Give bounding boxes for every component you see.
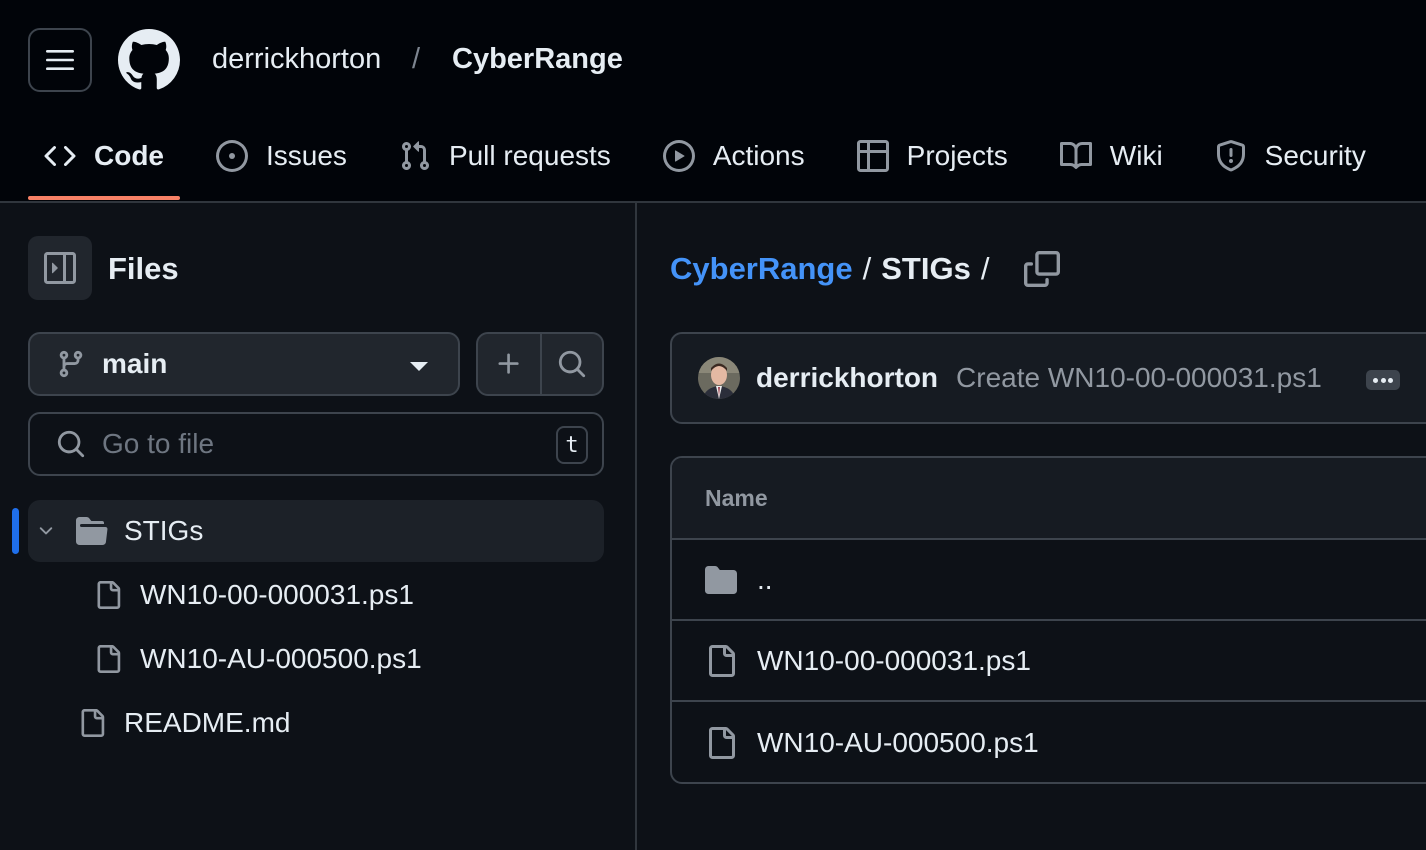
sidebar-collapse-icon xyxy=(44,252,76,284)
file-name-link[interactable]: WN10-AU-000500.ps1 xyxy=(757,727,1039,759)
go-to-file-input[interactable] xyxy=(102,428,522,460)
copy-path-icon[interactable] xyxy=(1024,251,1060,287)
tab-security[interactable]: Security xyxy=(1199,126,1382,186)
table-row[interactable]: WN10-AU-000500.ps1 xyxy=(672,702,1426,782)
commit-author-link[interactable]: derrickhorton xyxy=(756,362,938,394)
file-icon xyxy=(97,581,121,609)
path-root-link[interactable]: CyberRange xyxy=(670,251,853,287)
tree-item-file[interactable]: WN10-AU-000500.ps1 xyxy=(94,628,422,690)
breadcrumb-separator: / xyxy=(412,43,421,75)
file-table: Name .. WN10-00-000031.ps1 WN10-AU-00050… xyxy=(670,456,1426,784)
folder-icon xyxy=(705,565,737,594)
tab-wiki[interactable]: Wiki xyxy=(1044,126,1179,186)
tree-item-file[interactable]: README.md xyxy=(78,692,290,754)
issue-opened-icon xyxy=(216,140,248,172)
table-row-parent-directory[interactable]: .. xyxy=(672,540,1426,621)
shield-icon xyxy=(1216,140,1245,172)
path-separator: / xyxy=(980,251,990,286)
file-icon xyxy=(709,644,735,677)
tab-issues[interactable]: Issues xyxy=(200,126,363,186)
tab-pull-requests[interactable]: Pull requests xyxy=(383,126,627,186)
avatar[interactable] xyxy=(698,357,740,399)
github-logo-icon[interactable] xyxy=(118,29,180,91)
table-icon xyxy=(856,140,889,172)
parent-directory-link[interactable]: .. xyxy=(757,564,773,596)
tab-code[interactable]: Code xyxy=(28,126,180,200)
file-actions-group xyxy=(476,332,604,396)
file-icon xyxy=(97,645,121,673)
tree-item-label: STIGs xyxy=(124,515,204,546)
tab-issues-label: Issues xyxy=(266,140,347,171)
hamburger-icon xyxy=(46,50,74,70)
path-current-dir: STIGs xyxy=(881,251,971,286)
file-name-link[interactable]: WN10-00-000031.ps1 xyxy=(757,645,1031,677)
ellipsis-dot xyxy=(1380,377,1386,383)
ellipsis-dot xyxy=(1372,377,1378,383)
add-file-button[interactable] xyxy=(478,334,540,394)
tree-item-label: README.md xyxy=(124,707,291,738)
triangle-down-icon xyxy=(410,362,428,371)
tab-actions[interactable]: Actions xyxy=(647,126,821,186)
tab-pull-requests-label: Pull requests xyxy=(448,140,611,171)
ellipsis-dot xyxy=(1388,377,1394,383)
tree-item-label: WN10-AU-000500.ps1 xyxy=(140,643,422,674)
commit-message-link[interactable]: Create WN10-00-000031.ps1 xyxy=(956,362,1322,394)
plus-icon xyxy=(498,353,519,374)
name-column-header: Name xyxy=(705,484,768,511)
repo-header: derrickhorton / CyberRange Code Issues P… xyxy=(0,0,1426,203)
git-pull-request-icon xyxy=(401,141,429,171)
files-heading: Files xyxy=(108,251,179,286)
book-icon xyxy=(1059,141,1092,169)
chevron-down-icon xyxy=(39,527,53,535)
repo-nav-tabs: Code Issues Pull requests Actions Projec… xyxy=(28,126,1402,202)
directory-view: CyberRange / STIGs / derrickhorton Creat… xyxy=(639,203,1426,850)
collapse-sidebar-button[interactable] xyxy=(28,236,92,300)
hamburger-menu-button[interactable] xyxy=(28,28,92,92)
table-row[interactable]: WN10-00-000031.ps1 xyxy=(672,621,1426,702)
branch-name: main xyxy=(102,348,168,379)
path-separator: / xyxy=(862,251,872,286)
tab-projects[interactable]: Projects xyxy=(841,126,1024,186)
repo-name-link[interactable]: CyberRange xyxy=(452,43,623,76)
tree-item-stigs-folder[interactable]: STIGs xyxy=(28,500,604,562)
tab-projects-label: Projects xyxy=(906,140,1008,171)
play-icon xyxy=(662,140,695,172)
search-code-button[interactable] xyxy=(539,334,602,394)
tab-actions-label: Actions xyxy=(712,140,805,171)
go-to-file-input-wrapper[interactable]: t xyxy=(28,412,604,476)
search-icon xyxy=(558,350,586,378)
tab-wiki-label: Wiki xyxy=(1109,140,1163,171)
tab-code-label: Code xyxy=(94,140,164,171)
file-tree-sidebar: Files main t STIGs WN10-00-000031.ps1 xyxy=(0,203,637,850)
tree-item-file[interactable]: WN10-00-000031.ps1 xyxy=(94,564,414,626)
file-icon xyxy=(709,726,735,759)
code-icon xyxy=(44,145,76,167)
repo-owner-link[interactable]: derrickhorton xyxy=(212,43,381,76)
folder-open-icon xyxy=(76,517,108,545)
commit-expand-button[interactable] xyxy=(1366,370,1400,390)
file-icon xyxy=(81,709,105,737)
search-icon xyxy=(57,430,85,458)
tree-item-label: WN10-00-000031.ps1 xyxy=(140,579,414,610)
user-avatar-icon xyxy=(698,357,740,399)
latest-commit-box: derrickhorton Create WN10-00-000031.ps1 xyxy=(670,332,1426,424)
branch-picker-button[interactable]: main xyxy=(28,332,460,396)
path-breadcrumb: CyberRange / STIGs / xyxy=(670,251,999,287)
selection-indicator xyxy=(12,508,19,554)
table-header: Name xyxy=(672,458,1426,540)
tab-security-label: Security xyxy=(1264,140,1366,171)
git-branch-icon xyxy=(59,350,83,378)
keyboard-shortcut-hint: t xyxy=(556,426,588,464)
